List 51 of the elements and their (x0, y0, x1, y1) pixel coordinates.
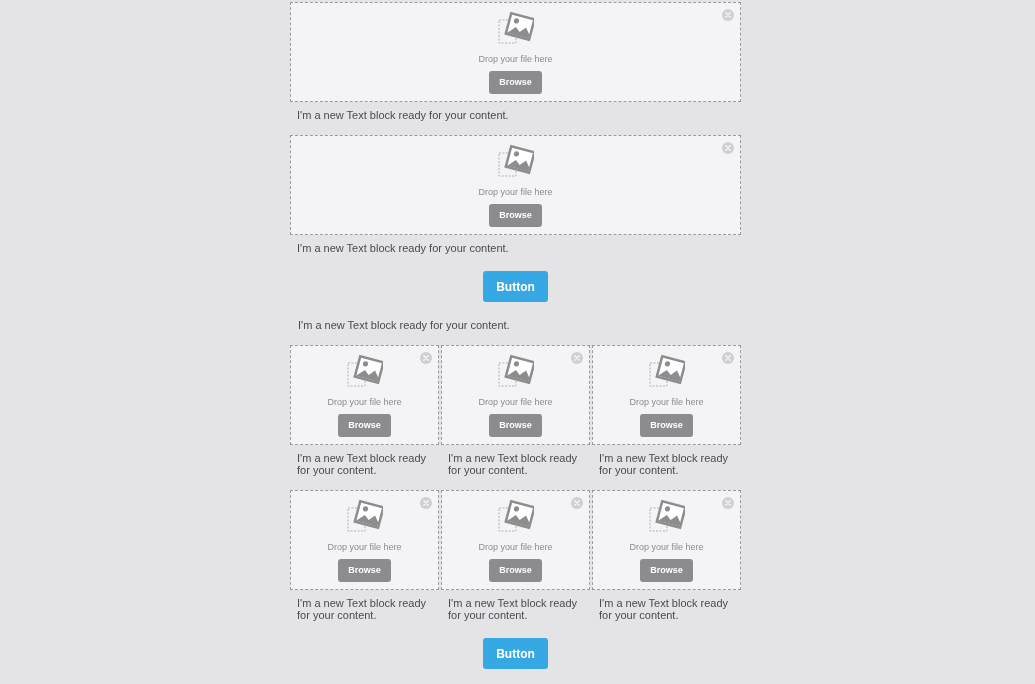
close-icon[interactable] (722, 497, 734, 509)
drop-hint: Drop your file here (478, 396, 553, 408)
browse-button[interactable]: Browse (338, 559, 391, 582)
browse-button[interactable]: Browse (640, 559, 693, 582)
image-placeholder-icon (648, 499, 685, 532)
paragraph-text: I'm a new Text block ready for your content. (598, 452, 730, 476)
image-placeholder-icon (648, 354, 685, 387)
browse-button[interactable]: Browse (338, 414, 391, 437)
drop-zone[interactable]: Drop your file here Browse (290, 490, 439, 590)
drop-hint: Drop your file here (327, 541, 402, 553)
paragraph-text: I'm a new Text block ready for your content. (447, 452, 579, 476)
browse-button[interactable]: Browse (489, 71, 542, 94)
image-placeholder-icon (497, 354, 534, 387)
image-placeholder-icon (497, 499, 534, 532)
paragraph-text: I'm a new Text block ready for your content. (296, 597, 428, 621)
close-icon[interactable] (722, 9, 734, 21)
close-icon[interactable] (571, 497, 583, 509)
close-icon[interactable] (420, 352, 432, 364)
paragraph-text: I'm a new Text block ready for your content. (447, 597, 579, 621)
paragraph-text: I'm a new Text block ready for your content. (598, 597, 730, 621)
close-icon[interactable] (420, 497, 432, 509)
drop-hint: Drop your file here (478, 53, 553, 65)
image-placeholder-icon (346, 354, 383, 387)
drop-hint: Drop your file here (629, 396, 704, 408)
drop-zone[interactable]: Drop your file here Browse (592, 345, 741, 445)
browse-button[interactable]: Browse (489, 204, 542, 227)
browse-button[interactable]: Browse (640, 414, 693, 437)
drop-hint: Drop your file here (327, 396, 402, 408)
action-button[interactable]: Button (483, 638, 548, 669)
image-placeholder-icon (497, 11, 534, 44)
paragraph-text: I'm a new Text block ready for your content. (297, 319, 511, 331)
close-icon[interactable] (722, 352, 734, 364)
drop-zone[interactable]: Drop your file here Browse (290, 135, 741, 235)
drop-hint: Drop your file here (629, 541, 704, 553)
paragraph-text: I'm a new Text block ready for your content. (296, 242, 510, 254)
browse-button[interactable]: Browse (489, 414, 542, 437)
drop-zone[interactable]: Drop your file here Browse (290, 345, 439, 445)
image-placeholder-icon (497, 144, 534, 177)
close-icon[interactable] (571, 352, 583, 364)
drop-zone[interactable]: Drop your file here Browse (592, 490, 741, 590)
drop-zone[interactable]: Drop your file here Browse (290, 2, 741, 102)
paragraph-text: I'm a new Text block ready for your content. (296, 109, 510, 121)
paragraph-text: I'm a new Text block ready for your content. (296, 452, 428, 476)
drop-hint: Drop your file here (478, 186, 553, 198)
drop-hint: Drop your file here (478, 541, 553, 553)
image-placeholder-icon (346, 499, 383, 532)
action-button[interactable]: Button (483, 271, 548, 302)
drop-zone[interactable]: Drop your file here Browse (441, 490, 590, 590)
drop-zone[interactable]: Drop your file here Browse (441, 345, 590, 445)
browse-button[interactable]: Browse (489, 559, 542, 582)
close-icon[interactable] (722, 142, 734, 154)
